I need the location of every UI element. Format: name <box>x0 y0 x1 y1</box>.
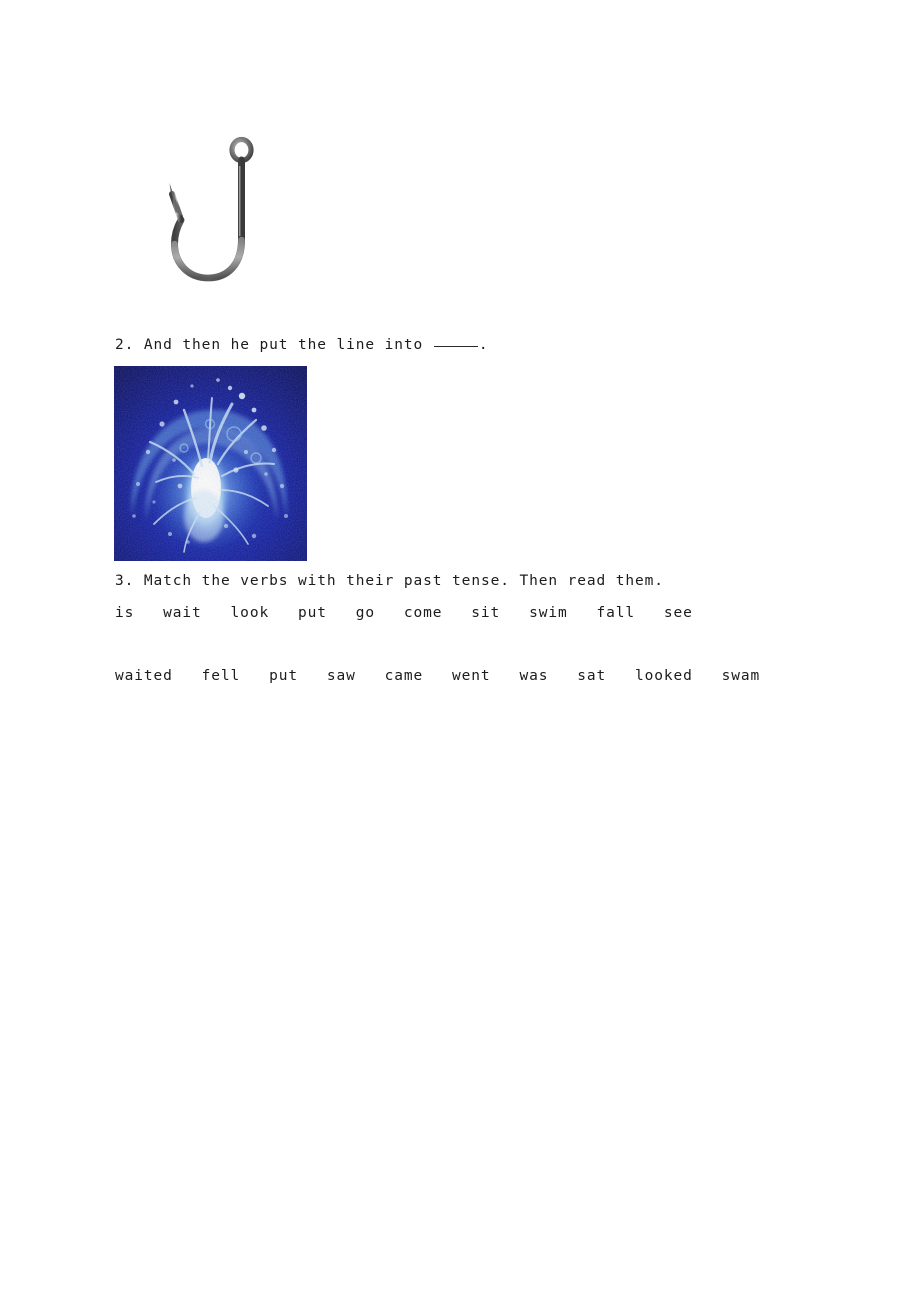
water-splash-photo <box>114 366 307 561</box>
past-tense-verb-list[interactable]: waited fell put saw came went was sat lo… <box>115 668 760 684</box>
question-2-number: 2. <box>115 337 135 353</box>
question-3-space <box>134 573 144 589</box>
hook-eye-hole <box>238 146 245 154</box>
water-splash-illustration <box>114 366 307 561</box>
hook-bend-shading <box>171 236 245 282</box>
hook-shank-bend <box>170 156 245 282</box>
fish-hook-icon <box>169 136 254 282</box>
question-2-space <box>423 337 433 353</box>
question-2-text: 2. And then he put the line into . <box>115 337 488 353</box>
question-2-prompt-space <box>134 337 144 353</box>
worksheet-page: 2. And then he put the line into . 3. Ma… <box>0 0 920 1302</box>
question-3-text: 3. Match the verbs with their past tense… <box>115 573 664 589</box>
question-3-number: 3. <box>115 573 135 589</box>
present-tense-verb-list[interactable]: is wait look put go come sit swim fall s… <box>115 605 693 621</box>
splash-grain-overlay-blue <box>114 366 307 561</box>
question-2-prompt: And then he put the line into <box>143 337 424 353</box>
question-3-prompt: Match the verbs with their past tense. T… <box>143 573 664 589</box>
question-2-blank[interactable] <box>433 346 478 347</box>
question-2-period: . <box>478 337 489 353</box>
fish-hook-photo <box>150 132 270 292</box>
